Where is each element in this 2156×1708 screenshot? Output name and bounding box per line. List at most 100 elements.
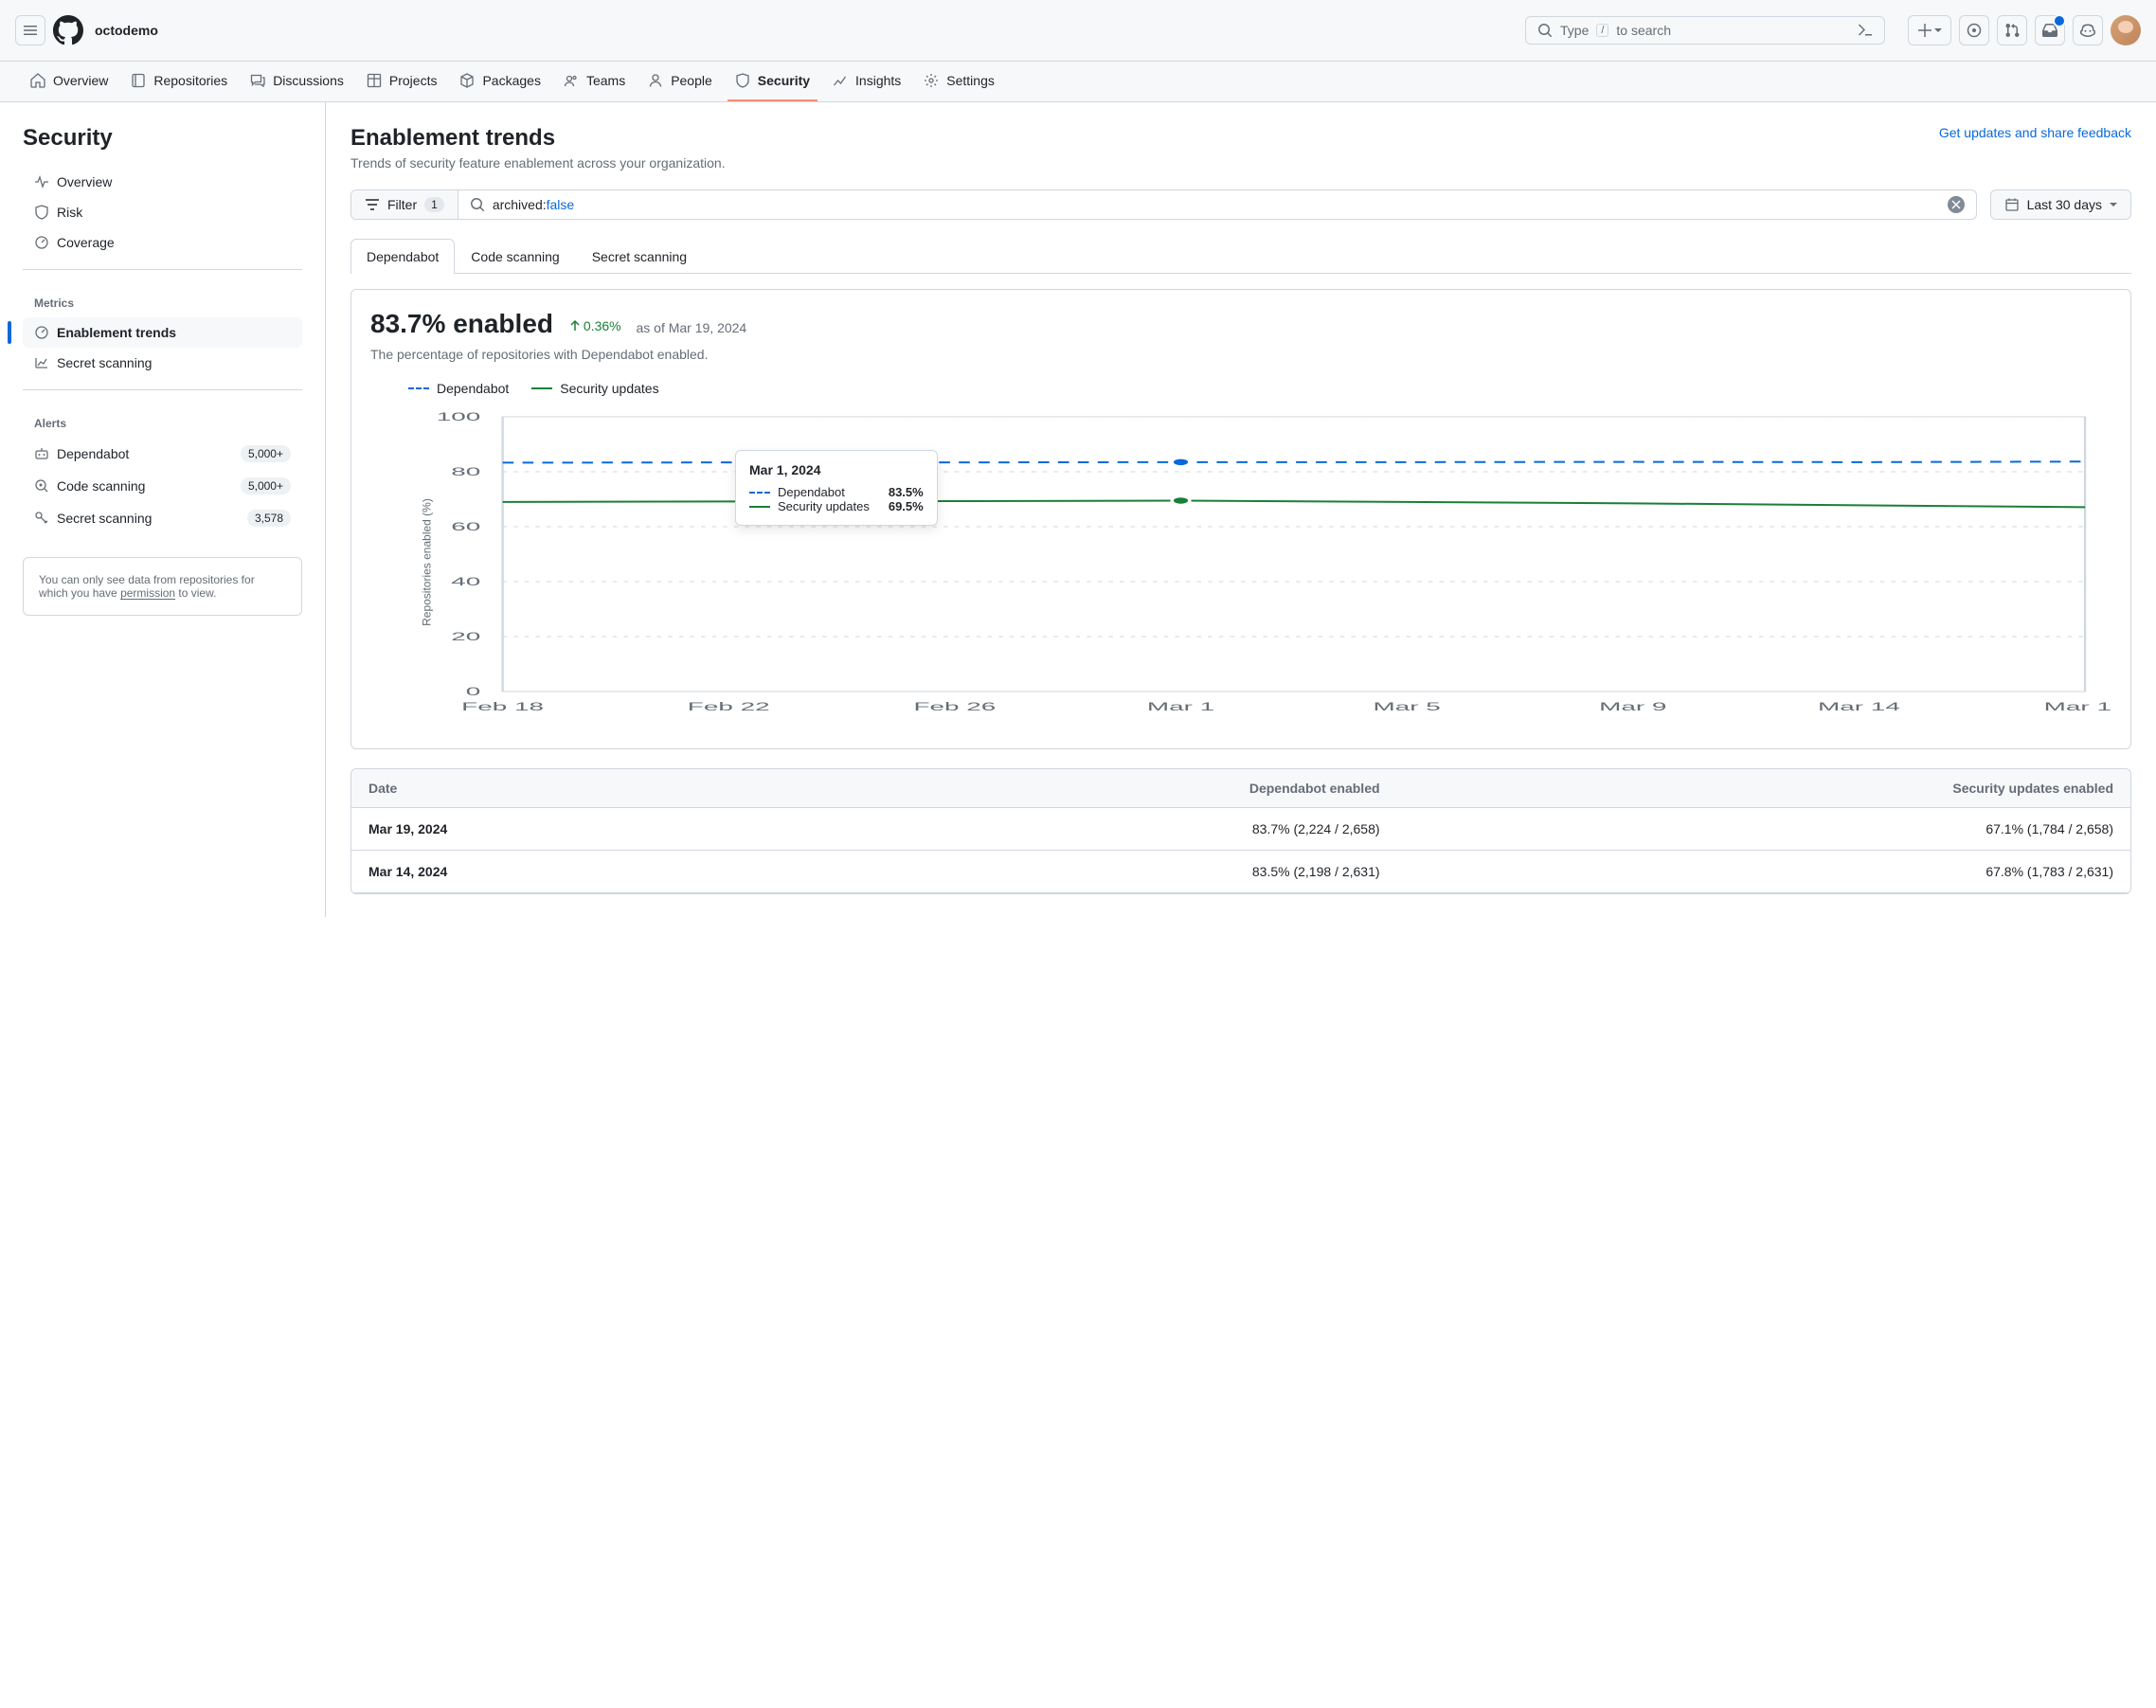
sidebar-overview[interactable]: Overview: [23, 167, 302, 197]
trend-indicator: 0.36%: [568, 318, 621, 333]
col-date[interactable]: Date: [351, 769, 777, 808]
command-palette-icon: [1858, 23, 1873, 38]
hamburger-icon: [23, 23, 38, 38]
dependabot-count: 5,000+: [241, 445, 291, 462]
sidebar-dependabot[interactable]: Dependabot5,000+: [23, 438, 302, 470]
filter-control: Filter 1 archived:false: [350, 189, 1977, 220]
global-search[interactable]: Type / to search: [1525, 16, 1885, 45]
permission-link[interactable]: permission: [120, 586, 175, 600]
search-kbd: /: [1596, 24, 1608, 37]
pull-requests-button[interactable]: [1997, 15, 2027, 45]
filter-count-badge: 1: [424, 197, 444, 212]
sidebar-secret-scanning-metrics[interactable]: Secret scanning: [23, 348, 302, 378]
github-logo[interactable]: [53, 15, 83, 45]
sidebar-secret-scanning[interactable]: Secret scanning3,578: [23, 502, 302, 534]
sidebar-alerts-label: Alerts: [23, 402, 302, 438]
svg-text:80: 80: [451, 465, 480, 477]
hamburger-menu-button[interactable]: [15, 15, 45, 45]
nav-packages[interactable]: Packages: [452, 62, 548, 101]
svg-text:100: 100: [437, 410, 481, 423]
issues-button[interactable]: [1959, 15, 1989, 45]
tab-dependabot[interactable]: Dependabot: [350, 239, 455, 274]
main-content: Enablement trends Get updates and share …: [326, 102, 2156, 917]
nav-insights[interactable]: Insights: [825, 62, 908, 101]
user-avatar[interactable]: [2111, 15, 2141, 45]
caret-down-icon: [2110, 201, 2117, 208]
nav-security[interactable]: Security: [728, 62, 817, 101]
nav-overview[interactable]: Overview: [23, 62, 116, 101]
svg-text:Feb 22: Feb 22: [688, 700, 770, 712]
search-placeholder-prefix: Type: [1560, 23, 1589, 38]
person-icon: [648, 73, 663, 88]
dependabot-icon: [34, 446, 49, 461]
legend-security-updates: Security updates: [531, 381, 658, 396]
org-nav: Overview Repositories Discussions Projec…: [0, 62, 2156, 102]
search-placeholder-suffix: to search: [1616, 23, 1671, 38]
security-sidebar: Security Overview Risk Coverage Metrics …: [0, 102, 326, 917]
copilot-button[interactable]: [2073, 15, 2103, 45]
tab-code-scanning[interactable]: Code scanning: [455, 239, 575, 274]
feedback-link[interactable]: Get updates and share feedback: [1939, 125, 2131, 140]
tab-secret-scanning[interactable]: Secret scanning: [576, 239, 703, 274]
nav-settings[interactable]: Settings: [916, 62, 1002, 101]
svg-text:Mar 5: Mar 5: [1373, 700, 1440, 712]
svg-text:Mar 1: Mar 1: [1147, 700, 1214, 712]
col-dependabot[interactable]: Dependabot enabled: [777, 769, 1396, 808]
sidebar-title: Security: [23, 125, 302, 152]
chart-legend: Dependabot Security updates: [370, 381, 2111, 396]
table-row: Mar 19, 202483.7% (2,224 / 2,658)67.1% (…: [351, 808, 2130, 851]
svg-text:Mar 14: Mar 14: [1818, 700, 1900, 712]
meter-icon: [34, 325, 49, 340]
svg-text:Mar 19: Mar 19: [2044, 700, 2111, 712]
home-icon: [30, 73, 45, 88]
sidebar-metrics-label: Metrics: [23, 281, 302, 317]
repo-icon: [131, 73, 146, 88]
sidebar-coverage[interactable]: Coverage: [23, 227, 302, 258]
nav-people[interactable]: People: [640, 62, 720, 101]
search-icon: [1537, 23, 1553, 38]
table-row: Mar 14, 202483.5% (2,198 / 2,631)67.8% (…: [351, 851, 2130, 893]
asof-text: as of Mar 19, 2024: [636, 320, 746, 335]
nav-discussions[interactable]: Discussions: [243, 62, 351, 101]
pull-request-icon: [2004, 23, 2020, 38]
project-icon: [367, 73, 382, 88]
legend-dependabot: Dependabot: [408, 381, 509, 396]
create-new-button[interactable]: [1908, 15, 1951, 45]
nav-repositories[interactable]: Repositories: [123, 62, 235, 101]
notifications-button[interactable]: [2035, 15, 2065, 45]
sidebar-enablement-trends[interactable]: Enablement trends: [23, 317, 302, 348]
secret-scanning-count: 3,578: [247, 510, 291, 527]
chart-tooltip: Mar 1, 2024 Dependabot83.5% Security upd…: [735, 450, 938, 526]
nav-teams[interactable]: Teams: [556, 62, 633, 101]
issue-icon: [1967, 23, 1982, 38]
plus-icon: [1917, 23, 1932, 38]
org-name[interactable]: octodemo: [95, 23, 158, 38]
codescan-icon: [34, 478, 49, 494]
svg-text:20: 20: [451, 630, 480, 642]
col-security-updates[interactable]: Security updates enabled: [1397, 769, 2130, 808]
key-icon: [34, 511, 49, 526]
filter-button[interactable]: Filter 1: [351, 190, 458, 219]
date-range-button[interactable]: Last 30 days: [1990, 189, 2131, 220]
shield-icon: [735, 73, 750, 88]
graph-icon: [34, 355, 49, 370]
y-axis-label: Repositories enabled (%): [420, 498, 433, 626]
calendar-icon: [2004, 197, 2020, 212]
sidebar-code-scanning[interactable]: Code scanning5,000+: [23, 470, 302, 502]
filter-icon: [365, 197, 380, 212]
package-icon: [459, 73, 475, 88]
code-scanning-count: 5,000+: [241, 477, 291, 494]
svg-text:0: 0: [466, 685, 481, 697]
pulse-icon: [34, 174, 49, 189]
nav-projects[interactable]: Projects: [359, 62, 445, 101]
trend-chart: Repositories enabled (%) 020406080100Feb…: [370, 407, 2111, 729]
gear-icon: [924, 73, 939, 88]
page-subtitle: Trends of security feature enablement ac…: [350, 155, 2131, 171]
enablement-table: Date Dependabot enabled Security updates…: [350, 768, 2131, 894]
clear-filter-button[interactable]: [1948, 196, 1965, 213]
caret-down-icon: [1934, 27, 1942, 34]
teams-icon: [564, 73, 579, 88]
graph-icon: [833, 73, 848, 88]
sidebar-risk[interactable]: Risk: [23, 197, 302, 227]
filter-input[interactable]: archived:false: [458, 190, 1976, 219]
